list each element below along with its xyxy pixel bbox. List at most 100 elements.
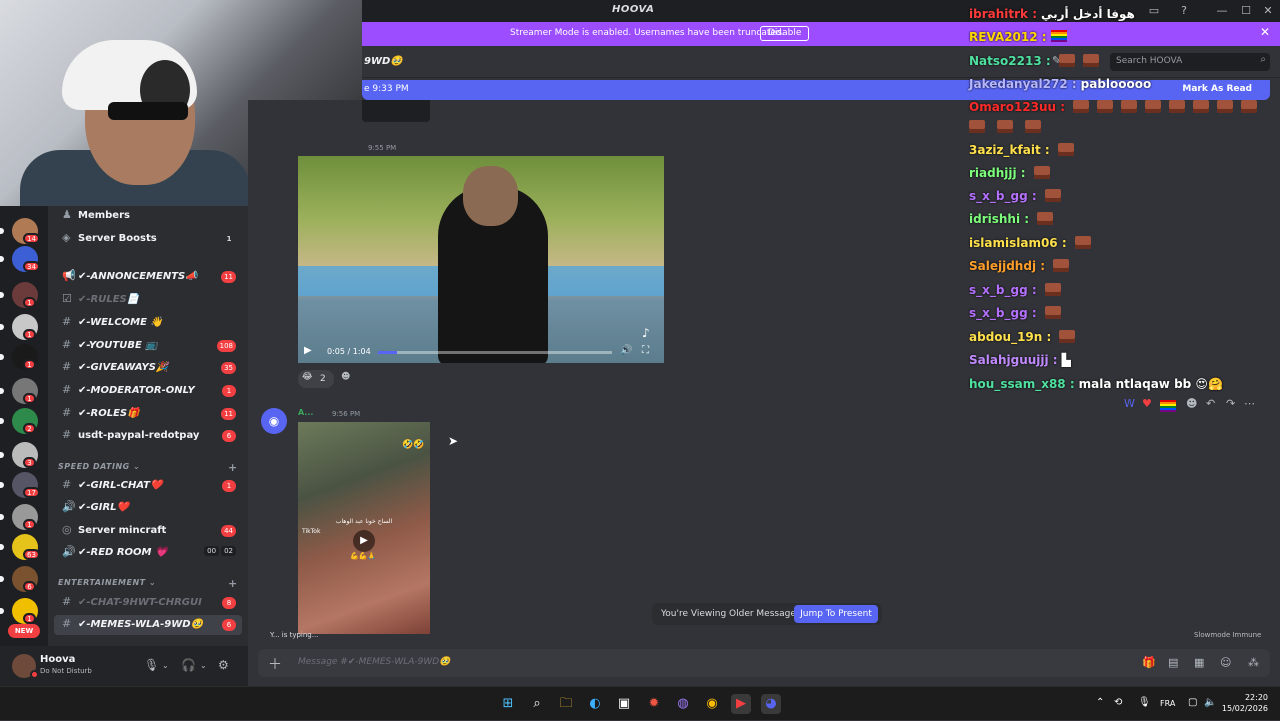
channel-item[interactable]: 🔊 ✔-GIRL❤️ [54, 498, 242, 518]
category-header[interactable]: ENTERTAINEMENT ⌄ + [58, 577, 237, 590]
slowmode-indicator: Slowmode Immune [1194, 631, 1262, 639]
channel-item[interactable]: ◎ Server mincraft 44 [54, 521, 242, 541]
rainbow-flag-icon [1050, 30, 1067, 42]
server-icon[interactable]: 63 [0, 534, 40, 560]
headphones-icon[interactable]: 🎧 [181, 658, 196, 672]
channel-item[interactable]: # ✔-ROLES🎁 11 [54, 404, 242, 424]
chevron-down-icon[interactable]: ⌄ [200, 661, 207, 670]
attach-plus-icon[interactable]: ＋ [268, 654, 282, 674]
discord-avatar-icon[interactable]: ◉ [261, 408, 287, 434]
disable-button[interactable]: Disable [760, 26, 810, 41]
message-input[interactable]: ＋ Message #✔-MEMES-WLA-9WD🥹 🎁 ▤ ▦ ☺ ⁂ [258, 649, 1270, 677]
laughing-emoji-icon: 😂 [302, 372, 313, 382]
microphone-icon[interactable]: 🎙 [144, 658, 159, 672]
search-icon[interactable]: ⌕ [527, 694, 547, 714]
server-icon[interactable]: 34 [0, 246, 40, 272]
channel-item[interactable]: # usdt-paypal-redotpay 6 [54, 426, 242, 446]
hash-icon: # [62, 617, 72, 630]
play-icon[interactable]: ▶ [304, 345, 312, 356]
server-icon[interactable]: 3 [0, 442, 38, 468]
channel-item[interactable]: # ✔-YOUTUBE 📺 108 [54, 336, 242, 356]
store-icon[interactable]: ▣ [614, 694, 634, 714]
server-icon[interactable]: 1 [0, 504, 38, 530]
app-icon[interactable]: ✹ [644, 694, 664, 714]
server-mention-badge: 17 [23, 487, 40, 498]
server-icon[interactable]: 1 [0, 598, 38, 624]
edge-icon[interactable]: ◐ [585, 694, 605, 714]
clock[interactable]: 22:20 15/02/2026 [1222, 692, 1268, 714]
video-progress-bar[interactable] [378, 351, 612, 354]
channel-item[interactable]: # ✔-MODERATOR-ONLY 1 [54, 381, 242, 401]
file-explorer-icon[interactable]: 🗀 [556, 694, 576, 714]
add-channel-icon[interactable]: + [228, 577, 238, 590]
chat-line: hou_ssam_x88 : mala ntlaqaw bb 😍🤗 [969, 377, 1223, 391]
chrome-icon[interactable]: ◉ [702, 694, 722, 714]
emote-icon [1241, 100, 1258, 113]
channel-item[interactable]: ◈ Server Boosts 1 [54, 229, 242, 249]
channel-item[interactable]: ♟ Members [54, 206, 242, 226]
microphone-tray-icon[interactable]: 🎙 [1138, 697, 1151, 708]
channel-label: ✔-ROLES🎁 [78, 408, 140, 419]
emote-icon [1097, 100, 1114, 113]
rainbow-flag-icon[interactable] [1160, 400, 1176, 412]
channel-label: ✔-MEMES-WLA-9WD🥹 [78, 619, 204, 630]
volume-icon[interactable]: 🔊 [620, 345, 632, 356]
channel-item[interactable]: # ✔-GIVEAWAYS🎉 35 [54, 358, 242, 378]
channel-item[interactable]: # ✔-CHAT-9HWT-CHRGUI 8 [54, 593, 242, 613]
channel-item[interactable]: # ✔-GIRL-CHAT❤️ 1 [54, 476, 242, 496]
sticker-icon[interactable]: ▦ [1194, 656, 1204, 669]
chat-username: Salahjguujjj : [969, 353, 1058, 367]
server-icon[interactable]: 1 [0, 282, 38, 308]
fullscreen-icon[interactable]: ⛶ [642, 345, 649, 356]
media-player-icon[interactable]: ▶ [731, 694, 751, 714]
gift-icon[interactable]: 🎁 [1142, 656, 1156, 669]
channel-label: Server mincraft [78, 525, 167, 536]
server-mention-badge: 1 [23, 393, 36, 404]
video-embed[interactable]: ▶ 0:05 / 1:04 🔊 ⛶ ♪ [298, 156, 664, 363]
volume-tray-icon[interactable]: 🔈 [1204, 697, 1216, 708]
play-icon[interactable]: ▶ [353, 530, 375, 552]
emoji-icon[interactable]: ☺ [1220, 656, 1231, 669]
unread-pill [0, 482, 4, 488]
hash-icon: # [62, 315, 72, 328]
server-icon[interactable]: 1 [0, 344, 38, 370]
chevron-up-icon[interactable]: ⌃ [1096, 697, 1104, 708]
server-icon[interactable]: 2 [0, 408, 38, 434]
add-reaction-button[interactable]: ☻ [338, 370, 356, 388]
jump-to-present-button[interactable]: Jump To Present [794, 605, 878, 623]
video-time: 0:05 / 1:04 [327, 347, 371, 356]
apps-icon[interactable]: ⁂ [1248, 656, 1259, 669]
server-icon[interactable]: 14 [0, 218, 40, 244]
server-icon[interactable]: 1 [0, 314, 38, 340]
add-channel-icon[interactable]: + [228, 461, 238, 474]
chevron-down-icon[interactable]: ⌄ [162, 661, 169, 670]
clock-time: 22:20 [1244, 693, 1268, 702]
message-author[interactable]: A... [298, 408, 313, 417]
channel-item[interactable]: # ✔-MEMES-WLA-9WD🥹 6 [54, 615, 242, 635]
server-icon[interactable]: 6 [0, 566, 38, 592]
video-embed[interactable]: 🤣🤣 الساح خونا عبد الوهاب TikTok ▶ 💪💪🙏 [298, 422, 430, 634]
server-icon[interactable]: 1 [0, 378, 38, 404]
obs-icon[interactable]: ◍ [673, 694, 693, 714]
gif-icon[interactable]: ▤ [1168, 656, 1178, 669]
tray-app-icon[interactable]: ⟲ [1114, 697, 1122, 708]
older-messages-text: You're Viewing Older Messages [661, 609, 801, 619]
channel-item[interactable]: # ✔-WELCOME 👋 [54, 313, 242, 333]
network-icon[interactable]: ▢ [1188, 697, 1197, 708]
chat-username: s_x_b_gg : [969, 283, 1037, 297]
reaction-button[interactable]: 😂 2 [298, 370, 334, 388]
server-icon[interactable]: 17 [0, 472, 40, 498]
channel-item[interactable]: ☑ ✔-RULES📄 [54, 290, 242, 310]
language-indicator[interactable]: FRA [1160, 699, 1175, 708]
start-icon[interactable]: ⊞ [498, 694, 518, 714]
unread-count-badge: 1 [222, 385, 236, 397]
settings-gear-icon[interactable]: ⚙ [218, 658, 229, 672]
channel-item[interactable]: 🔊 ✔-RED ROOM 💗 00 02 [54, 543, 242, 563]
user-name: Hoova [40, 654, 76, 665]
chat-username: Jakedanyal272 : [969, 77, 1077, 91]
chat-message: mala ntlaqaw bb 😍🤗 [1078, 377, 1223, 391]
channel-label: Server Boosts [78, 233, 157, 244]
category-header[interactable]: SPEED DATING ⌄ + [58, 461, 237, 474]
discord-icon[interactable]: ◕ [761, 694, 781, 714]
channel-item[interactable]: 📢 ✔-ANNONCEMENTS📣 11 [54, 267, 242, 287]
